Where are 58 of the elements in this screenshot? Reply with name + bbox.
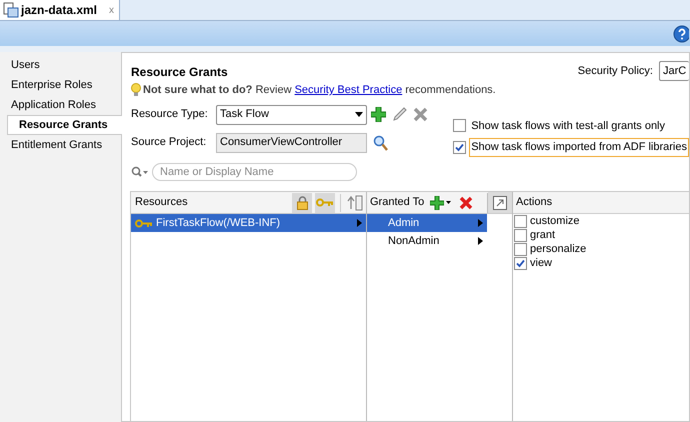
- tab-title: jazn-data.xml: [21, 2, 98, 19]
- expand-arrow-icon: [357, 219, 362, 227]
- checkbox[interactable]: [453, 140, 466, 154]
- column-header: Granted To: [370, 195, 424, 210]
- delete-icon[interactable]: [459, 196, 474, 210]
- sidebar-item[interactable]: Users: [0, 55, 121, 75]
- grantee-row[interactable]: NonAdmin: [367, 232, 487, 250]
- field-label: Security Policy:: [578, 64, 653, 79]
- hint-text: Not sure what to do? Review Security Best Practice recommendations.: [143, 83, 496, 98]
- grantee-row[interactable]: Admin: [367, 214, 487, 232]
- checkbox[interactable]: [514, 214, 527, 228]
- sidebar-item[interactable]: Entitlement Grants: [0, 135, 121, 155]
- checkbox[interactable]: [514, 228, 527, 242]
- security-best-practice-link[interactable]: Security Best Practice: [294, 84, 402, 96]
- column-header: Actions: [516, 195, 552, 210]
- action-label[interactable]: grant: [530, 226, 556, 244]
- action-label[interactable]: customize: [530, 212, 580, 230]
- expand-arrow-icon: [478, 219, 483, 227]
- expand-arrow-icon: [478, 237, 483, 245]
- checkbox[interactable]: [514, 256, 527, 270]
- action-label[interactable]: view: [530, 254, 552, 272]
- add-icon[interactable]: [430, 196, 444, 210]
- search-icon[interactable]: [373, 134, 388, 150]
- delete-icon[interactable]: [413, 107, 428, 122]
- search-field[interactable]: Name or Display Name: [152, 162, 357, 180]
- pencil-icon[interactable]: [392, 107, 407, 122]
- field-label: Resource Type:: [131, 107, 209, 122]
- column-header: Resources: [135, 195, 189, 210]
- dropdown-arrow-icon: [355, 112, 363, 117]
- dropdown-arrow-icon[interactable]: [446, 201, 452, 204]
- sidebar-item[interactable]: Application Roles: [0, 95, 121, 115]
- resource-type-dropdown[interactable]: Task Flow: [216, 104, 367, 124]
- lock-icon: [296, 196, 308, 210]
- checkbox[interactable]: [514, 242, 527, 256]
- lightbulb-icon: [131, 83, 141, 98]
- key-icon: [135, 218, 153, 228]
- resource-row[interactable]: FirstTaskFlow(/WEB-INF): [131, 214, 366, 232]
- window-icon[interactable]: [493, 196, 507, 210]
- action-label[interactable]: personalize: [530, 240, 586, 258]
- sort-icon[interactable]: [347, 194, 363, 210]
- editor-tab[interactable]: jazn-data.xml x: [0, 0, 120, 20]
- add-icon[interactable]: [371, 107, 386, 122]
- search-icon[interactable]: [131, 166, 149, 178]
- xml-file-icon: [3, 2, 19, 18]
- close-icon[interactable]: x: [109, 2, 116, 18]
- lock-toggle[interactable]: [292, 192, 312, 212]
- field-label: Source Project:: [131, 135, 208, 150]
- option-label[interactable]: Show task flows imported from ADF libraries: [469, 138, 689, 156]
- security-policy-field[interactable]: JarC: [659, 61, 689, 81]
- sidebar-item[interactable]: Enterprise Roles: [0, 75, 121, 95]
- source-project-field: ConsumerViewController: [216, 132, 367, 152]
- help-icon[interactable]: [673, 24, 689, 42]
- option-label[interactable]: Show task flows with test-all grants only: [469, 116, 668, 135]
- section-title: Resource Grants: [131, 64, 228, 81]
- key-toggle[interactable]: [315, 192, 335, 212]
- checkbox[interactable]: [453, 119, 466, 132]
- sidebar-item[interactable]: Resource Grants: [7, 115, 122, 135]
- key-icon: [316, 198, 334, 207]
